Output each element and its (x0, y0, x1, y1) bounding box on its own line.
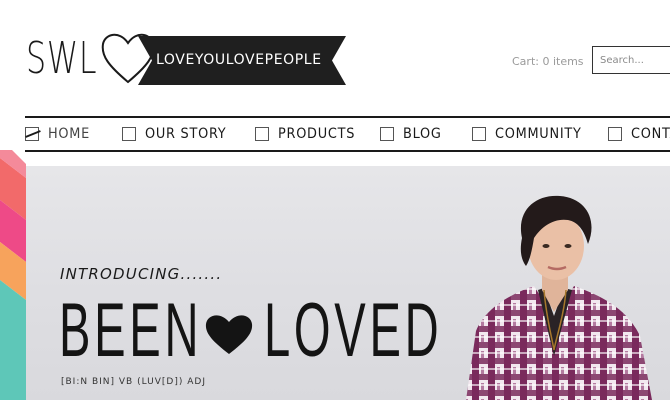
checkbox-icon (380, 127, 394, 141)
hero-banner[interactable]: INTRODUCING....... BEEN LOVED [BI:N BIN]… (26, 166, 670, 400)
nav-label: COMMUNITY (495, 126, 582, 142)
search-input[interactable] (592, 46, 670, 74)
nav-item-community[interactable]: COMMUNITY (472, 118, 589, 150)
checkbox-icon (255, 127, 269, 141)
decorative-stripes (0, 150, 26, 400)
hero-title-word: LOVED (264, 288, 443, 373)
logo-letters: SWL (26, 33, 98, 84)
hero-model-image (466, 195, 652, 400)
main-nav: HOME OUR STORY PRODUCTS BLOG COMMUNITY C… (25, 116, 670, 152)
nav-item-contact[interactable]: CONTACT (608, 118, 670, 150)
tagline-banner: LOVEYOULOVEPEOPLE (138, 36, 346, 85)
nav-label: HOME (48, 126, 91, 142)
nav-item-products[interactable]: PRODUCTS (255, 118, 362, 150)
nav-item-home[interactable]: HOME (25, 118, 94, 150)
nav-label: OUR STORY (145, 126, 227, 142)
nav-label: PRODUCTS (278, 126, 356, 142)
checkbox-icon (122, 127, 136, 141)
banner-text: LOVEYOULOVEPEOPLE (156, 52, 322, 68)
cart-link[interactable]: Cart: 0 items (512, 55, 584, 68)
hero-title-word: BEEN (59, 288, 203, 373)
nav-item-blog[interactable]: BLOG (380, 118, 445, 150)
site-logo[interactable]: SWL (26, 24, 155, 94)
nav-label: CONTACT (631, 126, 670, 142)
nav-item-our-story[interactable]: OUR STORY (122, 118, 234, 150)
nav-label: BLOG (403, 126, 442, 142)
hero-subtitle: [BI:N BIN] VB (LUV[D]) ADJ (61, 377, 206, 387)
checkbox-icon (608, 127, 622, 141)
hero-title: BEEN LOVED (59, 286, 443, 376)
heart-filled-icon (205, 315, 253, 354)
checkbox-icon (472, 127, 486, 141)
hero-intro: INTRODUCING....... (60, 265, 223, 283)
checkbox-checked-icon (25, 127, 39, 141)
